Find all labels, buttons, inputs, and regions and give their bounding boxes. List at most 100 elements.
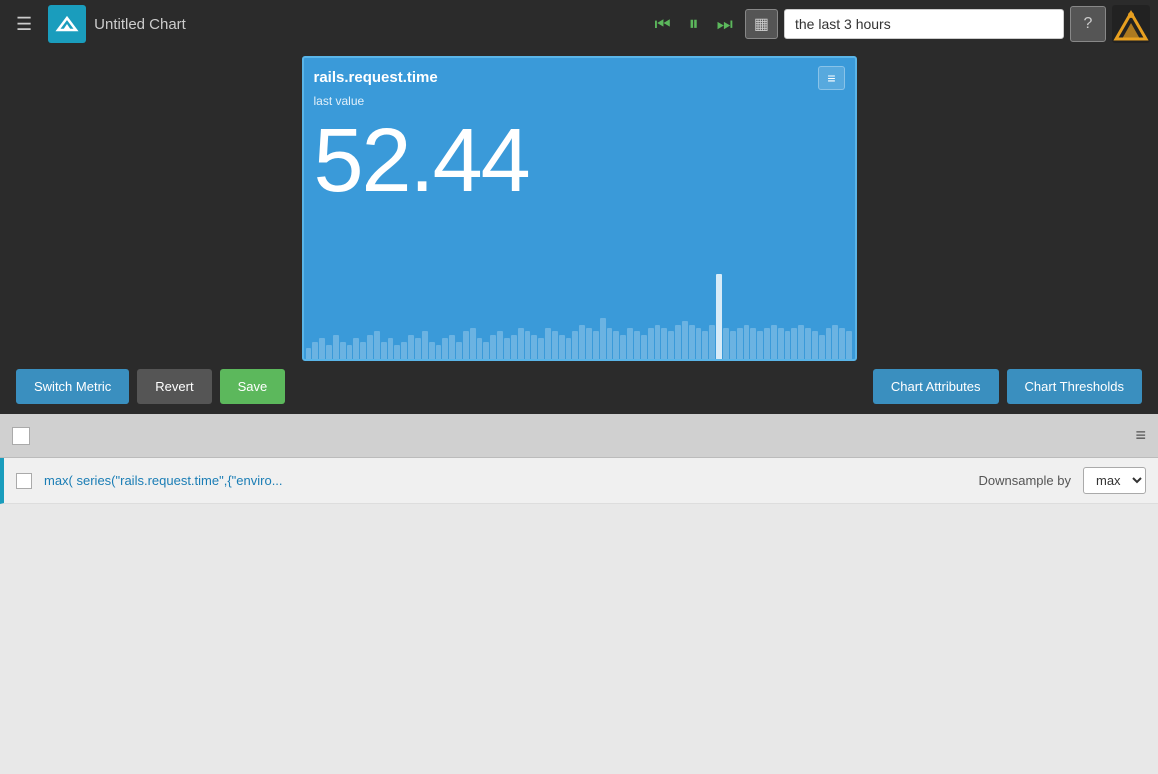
bar-chart-bar xyxy=(326,345,332,359)
bar-chart-area xyxy=(304,269,855,359)
save-button[interactable]: Save xyxy=(220,369,286,404)
nav-controls: ⏮ ⏸ ⏭ ▦ ? xyxy=(648,5,1150,43)
chart-widget: rails.request.time ≡ last value 52.44 xyxy=(302,56,857,361)
bar-chart-bar xyxy=(627,328,633,359)
bar-chart-bar xyxy=(750,328,756,359)
bar-chart-bar xyxy=(634,331,640,358)
bar-chart-bar xyxy=(682,321,688,358)
bar-chart-bar xyxy=(511,335,517,359)
bar-chart-bar xyxy=(723,328,729,359)
bar-chart-bar xyxy=(785,331,791,358)
chart-attributes-button[interactable]: Chart Attributes xyxy=(873,369,999,404)
bar-chart-bar xyxy=(367,335,373,359)
bar-chart-bar xyxy=(737,328,743,359)
bar-chart-bar xyxy=(436,345,442,359)
data-area: ≡ max( series("rails.request.time",{"env… xyxy=(0,414,1158,774)
bar-chart-bar xyxy=(696,328,702,359)
brand-logo xyxy=(1112,5,1150,43)
switch-metric-button[interactable]: Switch Metric xyxy=(16,369,129,404)
bar-chart-bar xyxy=(531,335,537,359)
select-all-checkbox[interactable] xyxy=(12,427,30,445)
bar-chart-bar xyxy=(572,331,578,358)
bar-chart-bar xyxy=(702,331,708,358)
nav-pause-button[interactable]: ⏸ xyxy=(683,9,705,40)
bar-chart-bar xyxy=(463,331,469,358)
bar-chart-bar xyxy=(442,338,448,358)
nav-forward-button[interactable]: ⏭ xyxy=(711,10,739,39)
bar-chart-bar xyxy=(620,335,626,359)
bar-chart-bar xyxy=(826,328,832,359)
brand-logo-icon xyxy=(1112,5,1150,43)
bar-chart-bar xyxy=(422,331,428,358)
bar-chart-bar xyxy=(778,328,784,359)
bar-chart-bar xyxy=(613,331,619,358)
chart-metric-title: rails.request.time xyxy=(314,69,438,86)
bar-chart-bar xyxy=(716,274,722,359)
bar-chart-bar xyxy=(388,338,394,358)
bar-chart-bar xyxy=(401,342,407,359)
data-menu-button[interactable]: ≡ xyxy=(1135,425,1146,446)
bar-chart-bar xyxy=(429,342,435,359)
bar-chart-bar xyxy=(381,342,387,359)
bar-chart-bar xyxy=(312,342,318,359)
bar-chart-bar xyxy=(805,328,811,359)
bar-chart-bar xyxy=(709,325,715,359)
grid-view-button[interactable]: ▦ xyxy=(745,9,778,39)
bar-chart-bar xyxy=(552,331,558,358)
bar-chart-bar xyxy=(812,331,818,358)
bar-chart-bar xyxy=(764,328,770,359)
bar-chart-bar xyxy=(579,325,585,359)
bar-chart-bar xyxy=(641,335,647,359)
bar-chart-bar xyxy=(545,328,551,359)
bar-chart-bar xyxy=(518,328,524,359)
downsample-select[interactable]: max min avg sum xyxy=(1083,467,1146,494)
revert-button[interactable]: Revert xyxy=(137,369,211,404)
bar-chart-bar xyxy=(408,335,414,359)
bar-chart-bar xyxy=(497,331,503,358)
bar-chart-bar xyxy=(661,328,667,359)
chart-title: Untitled Chart xyxy=(94,16,640,33)
bar-chart-bar xyxy=(525,331,531,358)
bar-chart-bar xyxy=(483,342,489,359)
bar-chart-bar xyxy=(566,338,572,358)
bar-chart-bar xyxy=(730,331,736,358)
data-header: ≡ xyxy=(0,414,1158,458)
chart-subtitle: last value xyxy=(304,94,855,112)
bar-chart-bar xyxy=(675,325,681,359)
chart-value: 52.44 xyxy=(304,112,855,211)
bar-chart-bar xyxy=(600,318,606,359)
bar-chart-bar xyxy=(394,345,400,359)
bar-chart-bar xyxy=(771,325,777,359)
table-row: max( series("rails.request.time",{"envir… xyxy=(0,458,1158,504)
logo-icon xyxy=(55,12,79,36)
help-button[interactable]: ? xyxy=(1070,6,1106,42)
bar-chart-bar xyxy=(586,328,592,359)
bar-chart-bar xyxy=(791,328,797,359)
hamburger-menu-icon[interactable]: ☰ xyxy=(8,10,40,39)
downsample-label: Downsample by xyxy=(979,473,1072,488)
bar-chart-bar xyxy=(319,338,325,358)
bar-chart-bar xyxy=(839,328,845,359)
bar-chart-bar xyxy=(340,342,346,359)
bar-chart-bar xyxy=(538,338,544,358)
logo-box xyxy=(48,5,86,43)
bar-chart-bar xyxy=(607,328,613,359)
nav-back-button[interactable]: ⏮ xyxy=(648,10,676,39)
chart-thresholds-button[interactable]: Chart Thresholds xyxy=(1007,369,1142,404)
bar-chart-bar xyxy=(449,335,455,359)
row-metric-text: max( series("rails.request.time",{"envir… xyxy=(44,473,967,488)
bar-chart-bar xyxy=(456,342,462,359)
bar-chart-bar xyxy=(353,338,359,358)
bar-chart-bar xyxy=(374,331,380,358)
bar-chart-bar xyxy=(648,328,654,359)
bar-chart-bar xyxy=(415,338,421,358)
bar-chart-bar xyxy=(593,331,599,358)
bar-chart-bar xyxy=(470,328,476,359)
bar-chart-bar xyxy=(757,331,763,358)
bar-chart-bar xyxy=(333,335,339,359)
chart-menu-button[interactable]: ≡ xyxy=(818,66,844,90)
bar-chart-bar xyxy=(559,335,565,359)
bottom-toolbar: Switch Metric Revert Save Chart Attribut… xyxy=(0,358,1158,414)
time-range-input[interactable] xyxy=(784,9,1064,39)
row-checkbox[interactable] xyxy=(16,473,32,489)
